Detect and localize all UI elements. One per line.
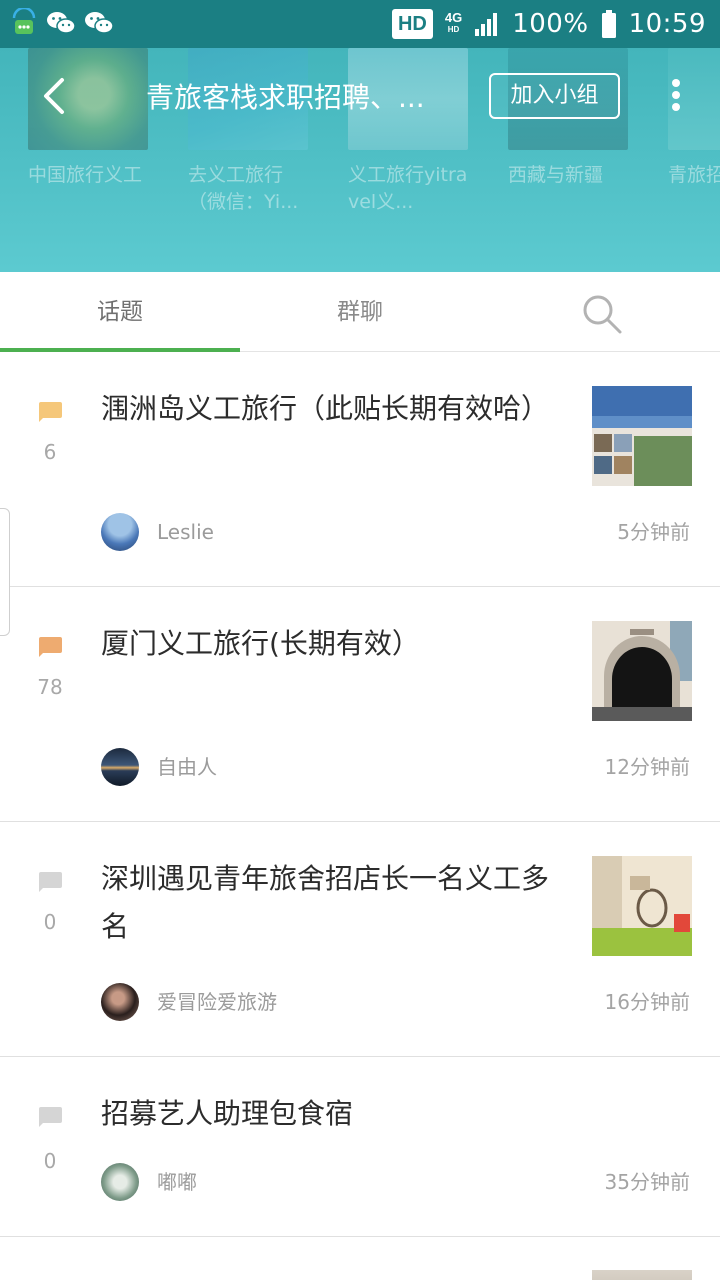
clock: 10:59 <box>628 9 706 39</box>
wechat-icon <box>47 12 76 34</box>
author-name[interactable]: Leslie <box>157 517 214 547</box>
avatar[interactable] <box>101 1163 139 1201</box>
post-time: 35分钟前 <box>604 1170 690 1194</box>
back-arrow-icon[interactable] <box>36 74 76 118</box>
avatar[interactable] <box>101 513 139 551</box>
hd-voice-badge: HD <box>391 9 433 39</box>
thumbnail-image <box>592 856 692 956</box>
related-group-name: 义工旅行yitravel义... <box>348 164 468 213</box>
related-group-card[interactable]: 义工旅行yitravel义... <box>348 48 468 216</box>
tab-topics[interactable]: 话题 <box>0 272 240 352</box>
group-header: 中国旅行义工 去义工旅行（微信：Yi... 义工旅行yitravel义... 西… <box>0 48 720 272</box>
comment-bubble-icon <box>39 872 62 892</box>
notification-icons <box>10 8 114 38</box>
topic-thumbnail[interactable] <box>592 621 692 721</box>
more-vertical-icon[interactable] <box>664 76 688 116</box>
topic-title: 涠洲岛义工旅行（此贴长期有效哈） <box>101 392 550 425</box>
related-group-card[interactable]: 去义工旅行（微信：Yi... <box>188 48 308 216</box>
related-group-card[interactable]: 青旅招应聘专 <box>668 48 720 216</box>
wechat-icon <box>85 12 114 34</box>
thumbnail-image <box>592 621 692 721</box>
topic-thumbnail[interactable] <box>592 386 692 486</box>
related-group-name: 青旅招应聘专 <box>668 164 720 186</box>
related-group-name: 去义工旅行（微信：Yi... <box>188 164 299 213</box>
author-name[interactable]: 自由人 <box>157 752 217 782</box>
group-title: 青旅客栈求职招聘、... <box>146 81 425 114</box>
comment-bubble-icon <box>39 637 62 657</box>
topic-title: 深圳遇见青年旅舍招店长一名义工多名 <box>101 862 550 943</box>
related-group-name: 中国旅行义工 <box>28 164 143 186</box>
avatar[interactable] <box>101 748 139 786</box>
join-group-button[interactable]: 加入小组 <box>489 73 620 119</box>
status-bar: HD 4G HD 100% 10:59 <box>0 0 720 48</box>
topic-item[interactable]: 6 涠洲岛义工旅行（此贴长期有效哈） Leslie 5分钟前 <box>0 352 720 587</box>
post-time: 5分钟前 <box>617 520 690 544</box>
comment-bubble-icon <box>39 1107 62 1127</box>
post-time: 16分钟前 <box>604 990 690 1014</box>
side-drawer-handle[interactable] <box>0 508 10 636</box>
signal-icon <box>475 13 498 36</box>
topic-item[interactable]: 0 深圳遇见青年旅舍招店长一名义工多名 爱冒险爱旅游 16分钟前 <box>0 822 720 1057</box>
system-status: HD 4G HD 100% 10:59 <box>391 6 706 42</box>
topic-item[interactable]: 0 招募艺人助理包食宿 嘟嘟 35分钟前 <box>0 1057 720 1237</box>
comment-count: 0 <box>43 1149 57 1173</box>
comment-bubble-icon <box>39 402 62 422</box>
topic-thumbnail[interactable] <box>592 856 692 956</box>
topic-title: 厦门义工旅行(长期有效） <box>101 627 420 660</box>
comment-count: 0 <box>43 910 57 934</box>
network-type: 4G HD <box>444 10 463 34</box>
thumbnail-image <box>592 386 692 486</box>
author-name[interactable]: 爱冒险爱旅游 <box>157 987 277 1017</box>
topic-item[interactable]: 78 厦门义工旅行(长期有效） 自由人 12分钟前 <box>0 587 720 822</box>
battery-icon <box>601 10 616 38</box>
related-group-name: 西藏与新疆 <box>508 164 604 186</box>
search-icon[interactable] <box>580 292 624 336</box>
battery-percentage: 100% <box>512 9 589 39</box>
author-name[interactable]: 嘟嘟 <box>157 1167 197 1197</box>
comment-count: 78 <box>37 675 63 699</box>
tab-bar: 话题 群聊 <box>0 272 720 352</box>
avatar[interactable] <box>101 983 139 1021</box>
tab-group-chat[interactable]: 群聊 <box>240 272 480 352</box>
topic-list: 6 涠洲岛义工旅行（此贴长期有效哈） Leslie 5分钟前 78 厦门义工旅行… <box>0 352 720 1280</box>
app-notification-icon <box>12 8 36 34</box>
topic-thumbnail[interactable] <box>592 1270 692 1280</box>
comment-count: 6 <box>43 440 57 464</box>
topic-title: 招募艺人助理包食宿 <box>101 1097 354 1130</box>
post-time: 12分钟前 <box>604 755 690 779</box>
topic-item-partial[interactable] <box>0 1237 720 1280</box>
